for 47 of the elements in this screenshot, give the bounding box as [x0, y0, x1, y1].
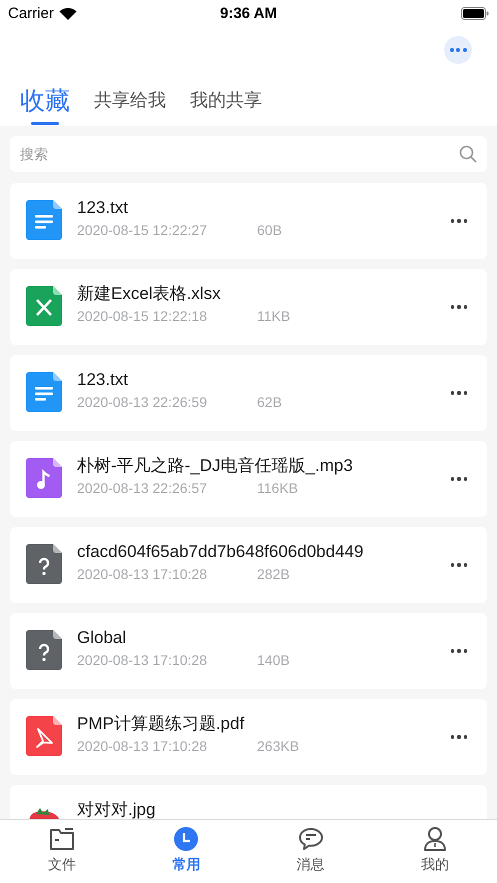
tab[interactable]: 收藏: [20, 73, 70, 127]
spreadsheet-icon: [26, 286, 62, 326]
file-date: 2020-08-15 12:22:27: [77, 221, 208, 239]
file-size: 62B: [257, 393, 282, 411]
file-name: PMP计算题练习题.pdf: [77, 713, 246, 735]
music-file-icon: [26, 458, 62, 498]
file-name: 朴树-平凡之路-_DJ电音任瑶版_.mp3: [77, 455, 354, 477]
file-size: 263KB: [257, 737, 300, 755]
file-date: 2020-08-13 17:10:28: [77, 651, 208, 669]
folder-icon: [49, 826, 76, 850]
nav-tab[interactable]: 消息: [296, 826, 325, 874]
file-name: Global: [77, 627, 128, 649]
file-size: 116KB: [257, 479, 298, 497]
wifi-icon: [58, 6, 77, 20]
more-button[interactable]: [444, 36, 472, 64]
nav-tab[interactable]: 我的: [420, 826, 449, 874]
unknown-file-icon: [26, 544, 62, 584]
file-date: 2020-08-13 17:10:28: [77, 565, 208, 583]
file-name: 123.txt: [77, 369, 130, 391]
unknown-file-icon: [26, 630, 62, 670]
person-icon: [422, 826, 447, 852]
tab[interactable]: 共享给我: [94, 73, 166, 127]
file-date: 2020-08-13 22:26:57: [77, 479, 208, 497]
file-name: 对对对.jpg: [77, 799, 156, 819]
search-field[interactable]: 搜索: [10, 136, 487, 172]
file-name: cfacd604f65ab7dd7b648f606d0bd449: [77, 541, 364, 563]
file-date: 2020-08-15 12:22:18: [77, 307, 208, 325]
file-name: 新建Excel表格.xlsx: [77, 283, 222, 305]
file-date: 2020-08-13 17:10:28: [77, 737, 208, 755]
search-icon: [459, 145, 477, 163]
nav-tab[interactable]: 常用: [172, 826, 200, 874]
document-icon: [26, 372, 62, 412]
file-size: 60B: [257, 221, 282, 239]
file-size: 140B: [257, 651, 290, 669]
status-time: 9:36 AM: [219, 4, 278, 22]
tab[interactable]: 我的共享: [190, 73, 262, 127]
chat-icon: [298, 826, 324, 850]
nav-tab[interactable]: 文件: [48, 826, 76, 874]
file-size: 11KB: [257, 307, 290, 325]
file-name: 123.txt: [77, 197, 130, 219]
file-size: 282B: [257, 565, 290, 583]
clock-icon: [174, 826, 198, 850]
file-date: 2020-08-13 22:26:59: [77, 393, 208, 411]
document-icon: [26, 200, 62, 240]
battery-icon: [460, 6, 489, 20]
carrier-label: Carrier: [8, 4, 54, 22]
pdf-file-icon: [26, 716, 62, 756]
